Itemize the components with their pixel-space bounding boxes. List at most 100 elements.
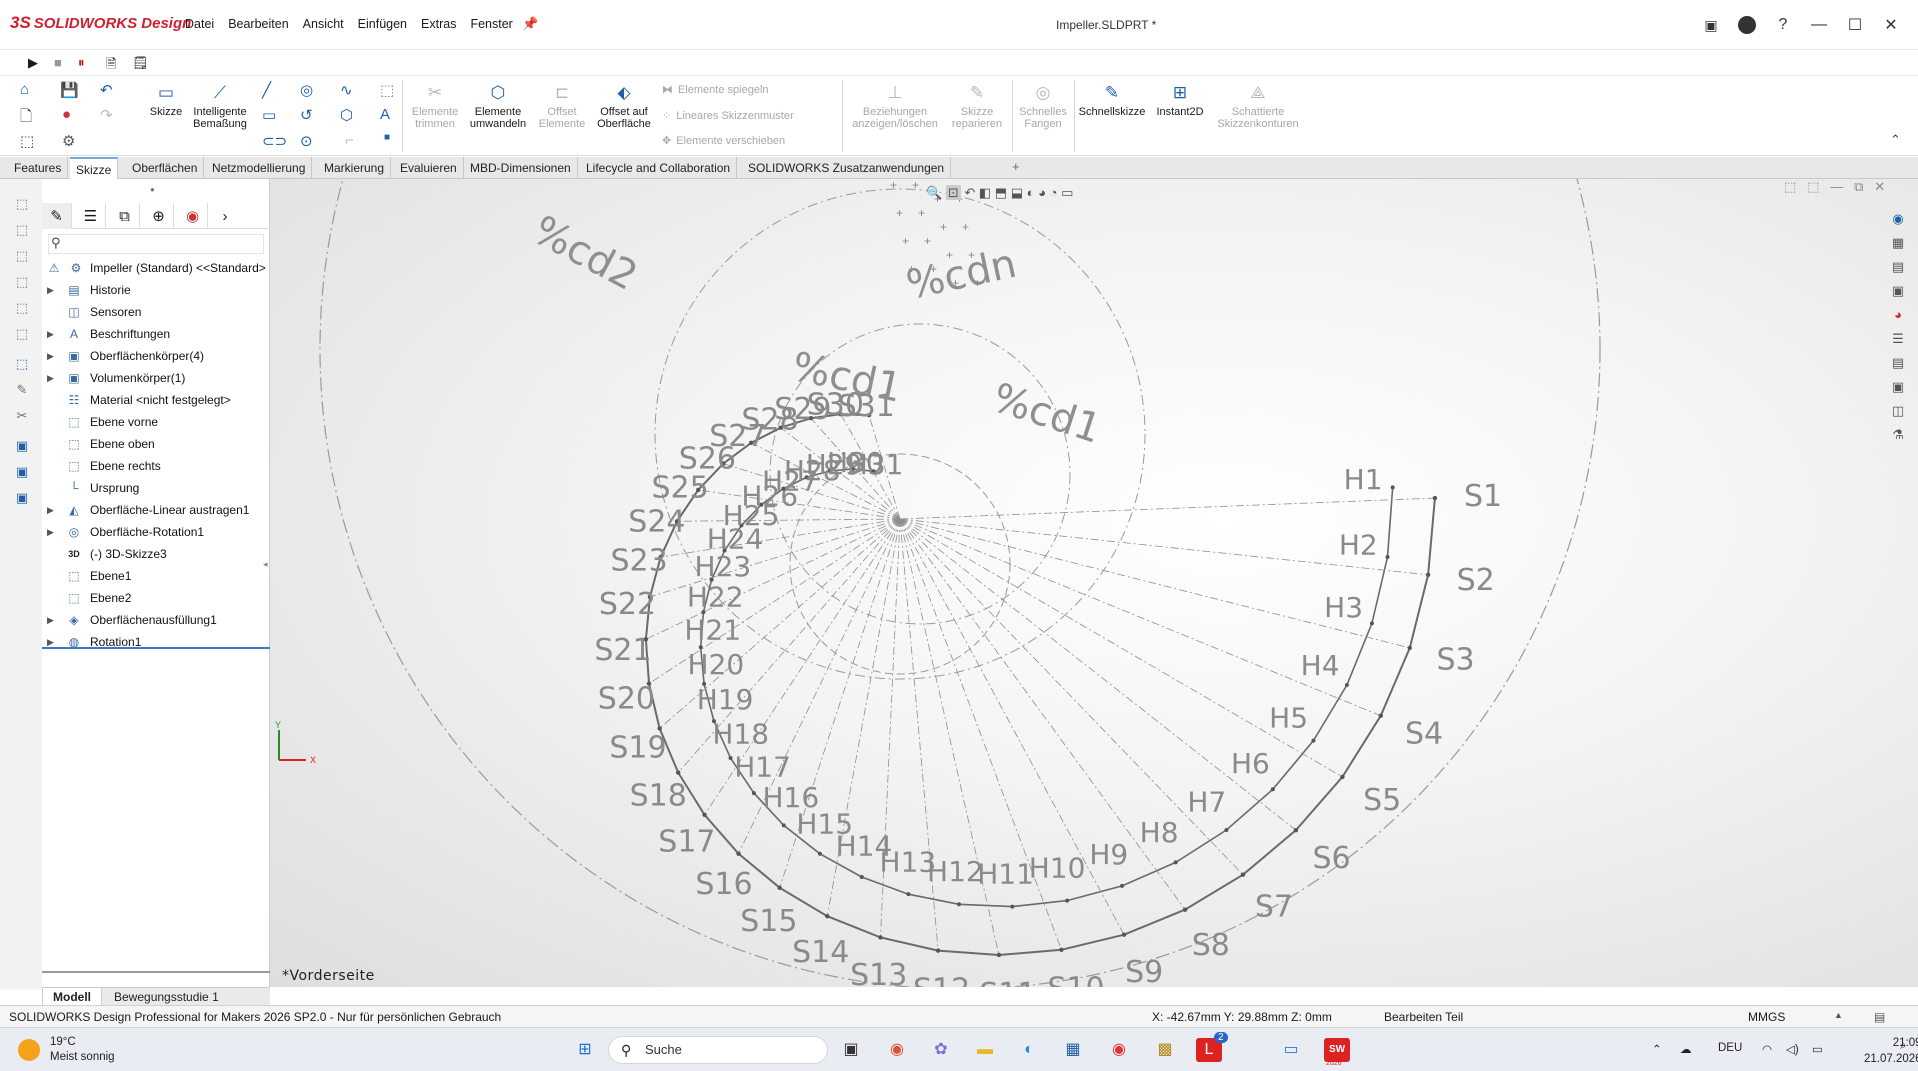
tab-features[interactable]: Features [8, 157, 69, 179]
polygon-icon[interactable]: ⬡ [340, 106, 353, 124]
notification-bell-icon[interactable]: ⌕ [1900, 1040, 1906, 1053]
macro-icon[interactable]: 🗎 [106, 55, 116, 77]
strip-mesh-icon[interactable]: ⬚ [13, 274, 31, 290]
rectangle-icon[interactable]: ▭ [262, 106, 276, 124]
strip-feature-icon[interactable]: ⬚ [13, 356, 31, 372]
undo-icon[interactable]: ↶ [100, 81, 113, 99]
viewport-restore-icon[interactable]: ⧉ [1854, 179, 1863, 194]
toolbox-icon[interactable]: ▣ [1888, 377, 1908, 397]
point-icon[interactable]: ⊙ [300, 132, 313, 150]
viewport-minimize-icon[interactable]: — [1830, 179, 1843, 194]
strip-part-icon[interactable]: ⬚ [13, 326, 31, 342]
zoom-area-icon[interactable]: ⊡ [945, 185, 961, 200]
forum-icon[interactable]: ▤ [1888, 353, 1908, 373]
line-icon[interactable]: ╱ [262, 81, 271, 99]
strip-face-icon[interactable]: ⬚ [13, 222, 31, 238]
tree-node-impeller[interactable]: ⚠ ⚙ Impeller (Standard) <<Standard> [42, 257, 270, 279]
command-prompt-icon[interactable]: ▣ [1698, 12, 1724, 38]
menu-einfuegen[interactable]: Einfügen [358, 17, 407, 31]
tab-zusatzanwendungen[interactable]: SOLIDWORKS Zusatzanwendungen [742, 157, 952, 179]
quick-sketch-button[interactable]: ✎ Schnellskizze [1076, 82, 1148, 118]
tab-modell[interactable]: Modell [42, 988, 102, 1006]
viewport-close-icon[interactable]: ✕ [1874, 179, 1885, 194]
strip-sketch-icon[interactable]: ⬚ [13, 196, 31, 212]
tree-node-sensoren[interactable]: ◫ Sensoren [42, 301, 270, 323]
user-avatar-icon[interactable] [1734, 12, 1760, 38]
maximize-icon[interactable]: ☐ [1842, 12, 1868, 38]
collapse-panel-icon[interactable]: ◂ [263, 559, 268, 570]
circle-icon[interactable]: ◎ [300, 81, 313, 99]
strip-edit-icon[interactable]: ✎ [13, 382, 31, 398]
offset-on-surface-button[interactable]: ⬖ Offset auf Oberfläche [592, 82, 656, 130]
tree-node-surface-revolve[interactable]: ▶ ◎ Oberfläche-Rotation1 [42, 521, 270, 543]
tree-node-material[interactable]: ☷ Material <nicht festgelegt> [42, 389, 270, 411]
file-explorer-icon[interactable]: ▤ [1888, 257, 1908, 277]
3d-content-icon[interactable]: ◫ [1888, 401, 1908, 421]
tab-mbd-dimensionen[interactable]: MBD-Dimensionen [464, 157, 578, 179]
tree-node-rotation1[interactable]: ▶ ◍ Rotation1 [42, 631, 270, 653]
input-language[interactable]: DEU [1718, 1042, 1742, 1054]
menu-datei[interactable]: Datei [185, 17, 214, 31]
record-pause-icon[interactable]: ⏸ [78, 55, 85, 71]
menu-fenster[interactable]: Fenster [470, 17, 512, 31]
offset-entities-button[interactable]: ⊏ Offset Elemente [534, 82, 590, 130]
tree-node-ursprung[interactable]: └ Ursprung [42, 477, 270, 499]
system-clock[interactable]: 21:09 21.07.2026 [1864, 1035, 1918, 1067]
expand-arrow-icon[interactable]: ▶ [47, 631, 54, 653]
arc-icon[interactable]: ↺ [300, 106, 313, 124]
panel-splitter[interactable] [42, 971, 270, 973]
macro-edit-icon[interactable]: 🗒 [132, 55, 149, 71]
move-entities-button[interactable]: ✥ Elemente verschieben [662, 134, 785, 148]
display-style-icon[interactable]: ⬓ [1011, 185, 1023, 200]
expand-arrow-icon[interactable]: ▶ [47, 279, 54, 301]
view-settings-icon[interactable]: ▭ [1061, 185, 1073, 200]
menu-ansicht[interactable]: Ansicht [303, 17, 344, 31]
tree-node-surface-fill[interactable]: ▶ ◈ Oberflächenausfüllung1 [42, 609, 270, 631]
tab-lifecycle[interactable]: Lifecycle and Collaboration [580, 157, 738, 179]
tree-node-ebene-oben[interactable]: ⬚ Ebene oben [42, 433, 270, 455]
quick-snaps-button[interactable]: ◎ Schnelles Fangen [1016, 82, 1070, 130]
solidworks-resources-icon[interactable]: ◉ [1888, 209, 1908, 229]
monitor-app-icon[interactable]: ▭ [1278, 1038, 1304, 1062]
minimize-icon[interactable]: — [1806, 12, 1832, 38]
wb-app-icon[interactable]: ▩ [1152, 1038, 1178, 1062]
tile-left-icon[interactable]: ⬚ [1784, 179, 1796, 194]
chrome-profile-icon[interactable]: ◉ [1106, 1038, 1132, 1062]
flask-icon[interactable]: ⚗ [1888, 425, 1908, 445]
tab-markierung[interactable]: Markierung [318, 157, 392, 179]
smart-dimension-button[interactable]: ⟋ Intelligente Bemaßung [190, 82, 250, 130]
featuremanager-tab-icon[interactable]: ✎ [42, 203, 72, 229]
taskbar-search[interactable]: ⚲ Suche [608, 1036, 828, 1064]
pin-menu-icon[interactable]: 📌 [522, 16, 538, 32]
instant2d-button[interactable]: ⊞ Instant2D [1150, 82, 1210, 118]
tree-node-ebene2[interactable]: ⬚ Ebene2 [42, 587, 270, 609]
tab-evaluieren[interactable]: Evaluieren [394, 157, 464, 179]
strip-body-icon[interactable]: ⬚ [13, 300, 31, 316]
store-icon[interactable]: ▦ [1060, 1038, 1086, 1062]
task-view-icon[interactable]: ▣ [838, 1038, 864, 1062]
collapse-ribbon-icon[interactable]: ⌃ [1890, 132, 1901, 148]
panel-grip-icon[interactable]: ● [150, 185, 155, 194]
propertymanager-tab-icon[interactable]: ☰ [76, 203, 106, 229]
wifi-icon[interactable]: ◠ [1762, 1042, 1772, 1056]
trim-entities-button[interactable]: ✂ Elemente trimmen [408, 82, 462, 130]
appearance-tab-icon[interactable]: ◉ [178, 203, 208, 229]
home-icon[interactable]: ⌂ [20, 81, 29, 98]
text-icon[interactable]: A [380, 106, 390, 123]
expand-arrow-icon[interactable]: ▶ [47, 323, 54, 345]
zoom-to-fit-icon[interactable]: 🔍 [926, 185, 942, 200]
menu-bearbeiten[interactable]: Bearbeiten [228, 17, 288, 31]
tree-node-ebene1[interactable]: ⬚ Ebene1 [42, 565, 270, 587]
select-icon[interactable]: ⬚ [20, 132, 34, 150]
previous-view-icon[interactable]: ↶ [964, 185, 975, 200]
strip-surface-icon[interactable]: ⬚ [13, 248, 31, 264]
rollback-bar[interactable] [42, 647, 270, 649]
configurationmanager-tab-icon[interactable]: ⧉ [110, 203, 140, 229]
expand-arrow-icon[interactable]: ▶ [47, 609, 54, 631]
unit-system[interactable]: MMGS [1748, 1010, 1785, 1024]
expand-arrow-icon[interactable]: ▶ [47, 367, 54, 389]
tab-skizze[interactable]: Skizze [70, 157, 119, 179]
expand-arrow-icon[interactable]: ▶ [47, 345, 54, 367]
sketch-button[interactable]: ▭ Skizze [148, 82, 184, 118]
view-palette-icon[interactable]: ▣ [1888, 281, 1908, 301]
